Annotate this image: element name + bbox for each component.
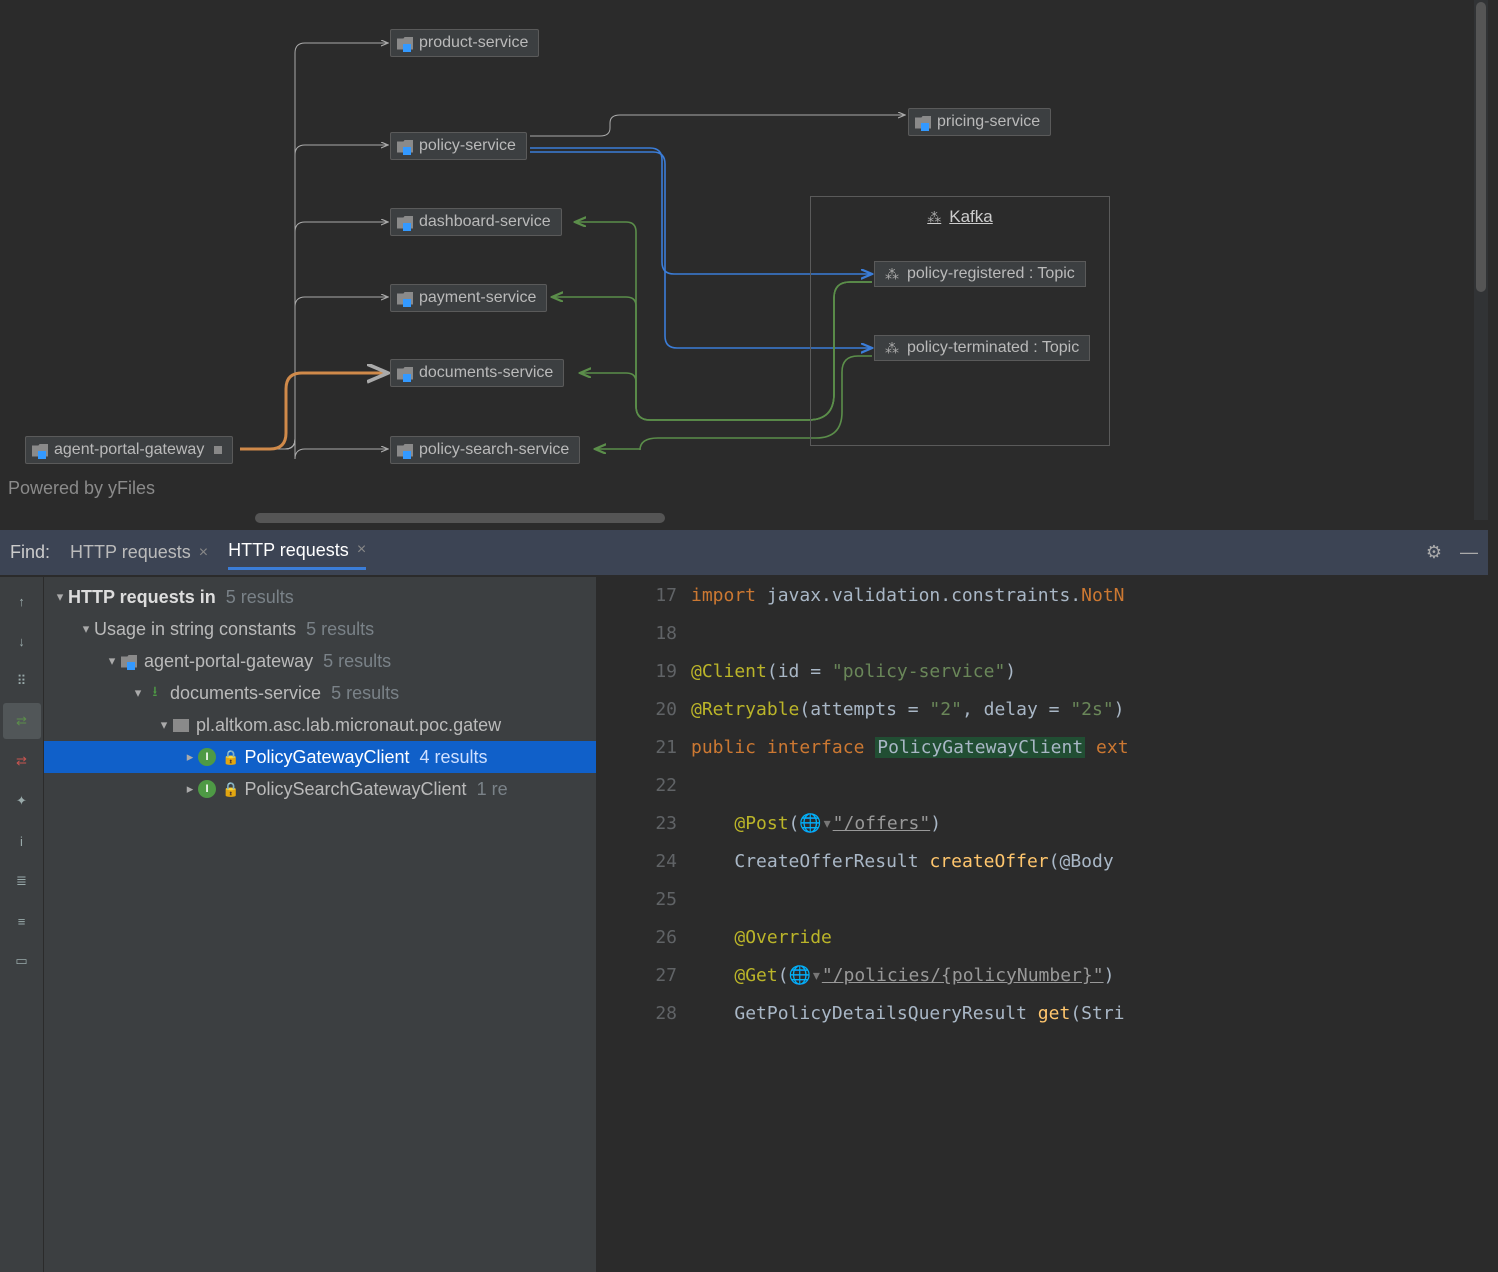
node-policy-search-service[interactable]: policy-search-service — [390, 436, 580, 464]
node-label: dashboard-service — [419, 213, 551, 231]
kafka-icon: ⁂ — [927, 209, 941, 226]
tree-agw[interactable]: ▾agent-portal-gateway5 results — [44, 645, 596, 677]
folder-icon — [397, 292, 413, 305]
chevron-down-icon[interactable]: ▾ — [78, 621, 94, 637]
tree-usage[interactable]: ▾Usage in string constants5 results — [44, 613, 596, 645]
kafka-group[interactable]: ⁂Kafka ⁂policy-registered : Topic ⁂polic… — [810, 196, 1110, 446]
node-label: product-service — [419, 34, 528, 52]
folder-icon — [397, 367, 413, 380]
lock-icon: 🔒 — [222, 781, 239, 798]
interface-icon: I — [198, 780, 216, 798]
folder-icon — [121, 655, 137, 668]
horizontal-scrollbar[interactable] — [255, 513, 665, 523]
close-icon[interactable]: × — [357, 541, 366, 559]
node-policy-service[interactable]: policy-service — [390, 132, 527, 160]
chevron-down-icon[interactable]: ▾ — [156, 717, 172, 733]
group-button[interactable]: ⠿ — [3, 663, 41, 699]
find-bar: Find: HTTP requests× HTTP requests× ⚙ — — [0, 530, 1488, 577]
package-icon — [173, 719, 189, 732]
chevron-right-icon[interactable]: ▸ — [182, 781, 198, 797]
prev-result-button[interactable]: ↑ — [3, 583, 41, 619]
folder-icon — [32, 444, 48, 457]
chevron-down-icon[interactable]: ▾ — [52, 589, 68, 605]
kafka-title[interactable]: ⁂Kafka — [927, 207, 992, 227]
find-label: Find: — [10, 542, 50, 563]
collapse-button[interactable]: ≡ — [3, 903, 41, 939]
chevron-down-icon[interactable]: ▾ — [104, 653, 120, 669]
pin-button[interactable]: ✦ — [3, 783, 41, 819]
chevron-right-icon[interactable]: ▸ — [182, 749, 198, 765]
gutter: 17 18 19 20 21 22 23 24 25 26 27 28 — [596, 577, 691, 1272]
node-label: pricing-service — [937, 113, 1040, 131]
editor[interactable]: 17 18 19 20 21 22 23 24 25 26 27 28 impo… — [596, 577, 1488, 1272]
folder-icon — [397, 444, 413, 457]
expand-button[interactable]: ≣ — [3, 863, 41, 899]
port-icon — [214, 446, 222, 454]
vertical-scrollbar-track[interactable] — [1474, 0, 1488, 520]
tree-root[interactable]: ▾HTTP requests in5 results — [44, 581, 596, 613]
topic-policy-terminated[interactable]: ⁂policy-terminated : Topic — [874, 335, 1090, 361]
minimize-icon[interactable]: — — [1460, 542, 1478, 563]
tree-psgc[interactable]: ▸I🔒 PolicySearchGatewayClient1 re — [44, 773, 596, 805]
node-pricing-service[interactable]: pricing-service — [908, 108, 1051, 136]
find-tab-1[interactable]: HTTP requests× — [70, 538, 208, 567]
topic-icon: ⁂ — [885, 266, 899, 283]
topic-icon: ⁂ — [885, 340, 899, 357]
interface-icon: I — [198, 748, 216, 766]
find-tab-2[interactable]: HTTP requests× — [228, 536, 366, 570]
folder-icon — [915, 116, 931, 129]
diagram-area[interactable]: agent-portal-gateway product-service pol… — [0, 0, 1488, 525]
node-label: policy-search-service — [419, 441, 569, 459]
tree-pkg[interactable]: ▾pl.altkom.asc.lab.micronaut.poc.gatew — [44, 709, 596, 741]
tree-docs[interactable]: ▾⭳documents-service5 results — [44, 677, 596, 709]
sync-right-button[interactable]: ⇄ — [3, 743, 41, 779]
folder-icon — [397, 140, 413, 153]
powered-by-label: Powered by yFiles — [8, 478, 155, 499]
folder-icon — [397, 37, 413, 50]
node-dashboard-service[interactable]: dashboard-service — [390, 208, 562, 236]
find-results-panel: ↑ ↓ ⠿ ⇄ ⇄ ✦ i ≣ ≡ ▭ ▾HTTP requests in5 r… — [0, 577, 1488, 1272]
close-icon[interactable]: × — [199, 544, 208, 562]
lock-icon: 🔒 — [222, 749, 239, 766]
node-payment-service[interactable]: payment-service — [390, 284, 547, 312]
node-product-service[interactable]: product-service — [390, 29, 539, 57]
layout-button[interactable]: ▭ — [3, 943, 41, 979]
gear-icon[interactable]: ⚙ — [1426, 542, 1442, 563]
node-label: documents-service — [419, 364, 553, 382]
info-button[interactable]: i — [3, 823, 41, 859]
sync-left-button[interactable]: ⇄ — [3, 703, 41, 739]
results-tree[interactable]: ▾HTTP requests in5 results ▾Usage in str… — [44, 577, 596, 1272]
node-label: agent-portal-gateway — [54, 441, 204, 459]
node-label: payment-service — [419, 289, 536, 307]
next-result-button[interactable]: ↓ — [3, 623, 41, 659]
node-documents-service[interactable]: documents-service — [390, 359, 564, 387]
code-area[interactable]: import javax.validation.constraints.NotN… — [691, 577, 1488, 1272]
tree-pgc[interactable]: ▸I🔒 PolicyGatewayClient4 results — [44, 741, 596, 773]
tool-column: ↑ ↓ ⠿ ⇄ ⇄ ✦ i ≣ ≡ ▭ — [0, 577, 44, 1272]
node-label: policy-service — [419, 137, 516, 155]
node-agent-portal-gateway[interactable]: agent-portal-gateway — [25, 436, 233, 464]
topic-policy-registered[interactable]: ⁂policy-registered : Topic — [874, 261, 1086, 287]
folder-icon — [397, 216, 413, 229]
vertical-scrollbar-thumb[interactable] — [1476, 2, 1486, 292]
download-icon: ⭳ — [146, 684, 164, 702]
chevron-down-icon[interactable]: ▾ — [130, 685, 146, 701]
